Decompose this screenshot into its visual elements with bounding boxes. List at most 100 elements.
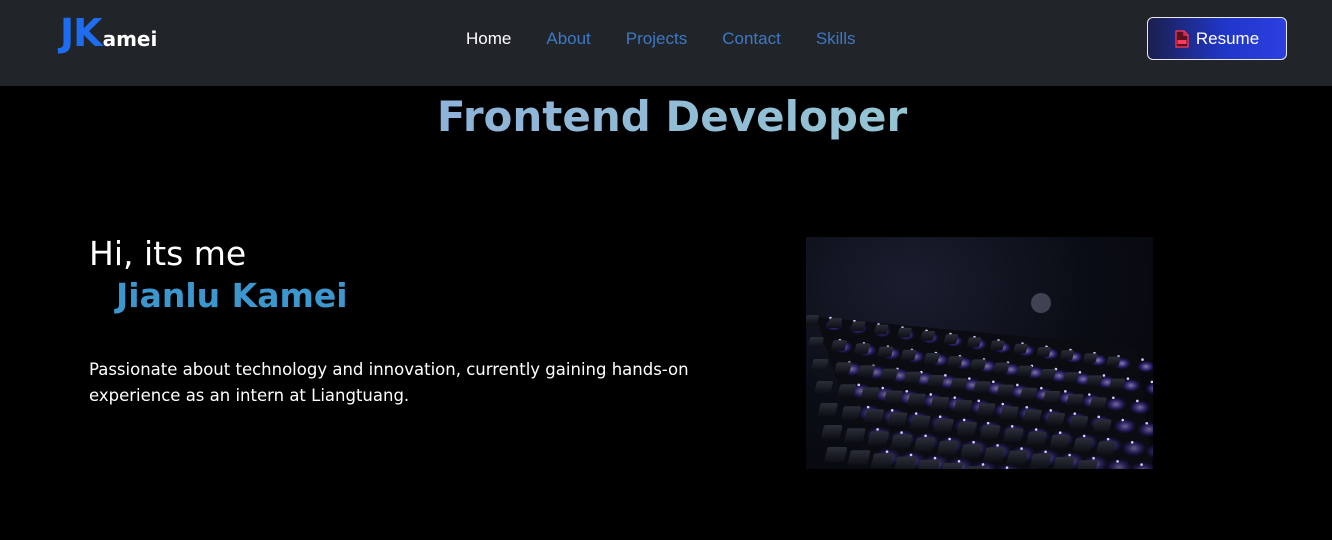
key-led <box>1102 374 1106 377</box>
keyboard-image <box>806 237 1153 469</box>
key-cap <box>1109 378 1126 390</box>
key-cap <box>840 406 861 420</box>
key-cap <box>1046 413 1066 426</box>
key-cap <box>844 428 866 443</box>
bio-text: Passionate about technology and innovati… <box>89 360 689 405</box>
key-led <box>1112 396 1115 400</box>
key-led <box>981 463 985 466</box>
key-cap <box>824 447 848 463</box>
key-led <box>1010 425 1014 428</box>
key-led <box>938 415 942 419</box>
key-led <box>1020 447 1023 450</box>
pdf-file-icon <box>1175 29 1189 48</box>
key-glow <box>1113 418 1137 434</box>
nav-link-projects[interactable]: Projects <box>626 28 687 50</box>
key-cap <box>814 381 833 394</box>
key-cap <box>806 315 819 325</box>
key-cap <box>983 447 1005 462</box>
key-cap <box>837 384 857 397</box>
key-led <box>957 459 961 463</box>
resume-button[interactable]: Resume <box>1147 17 1287 60</box>
key-cap <box>831 340 847 351</box>
key-cap <box>1026 431 1047 446</box>
nav-link-contact[interactable]: Contact <box>722 28 781 50</box>
developer-name: Jianlu Kamei <box>116 276 348 315</box>
key-cap <box>854 343 870 355</box>
brand-logo[interactable]: JK amei <box>60 14 157 52</box>
key-cap <box>953 400 973 413</box>
key-cap <box>970 359 986 371</box>
key-led <box>1005 466 1009 469</box>
key-led <box>1040 386 1043 390</box>
key-cap <box>1000 406 1019 420</box>
key-led <box>1145 421 1149 425</box>
key-cap <box>960 444 982 459</box>
key-cap <box>976 403 996 416</box>
key-led <box>968 377 971 380</box>
nav-link-about[interactable]: About <box>546 28 590 50</box>
key-cap <box>1092 419 1112 432</box>
key-led <box>992 380 995 384</box>
key-cap <box>1053 457 1075 469</box>
key-cap <box>907 393 926 407</box>
key-cap <box>1036 347 1051 357</box>
key-glow <box>1121 439 1147 457</box>
key-led <box>1116 460 1119 463</box>
key-cap <box>956 422 977 436</box>
key-cap <box>887 412 908 426</box>
key-cap <box>850 321 866 332</box>
key-cap <box>910 415 931 430</box>
key-led <box>933 456 937 460</box>
key-led <box>1106 437 1110 441</box>
key-cap <box>900 349 917 361</box>
greeting-text: Hi, its me <box>89 234 247 273</box>
key-cap <box>1019 387 1038 400</box>
key-led <box>1025 405 1029 409</box>
key-cap <box>1043 391 1061 403</box>
bokeh-light <box>1031 293 1051 313</box>
key-cap <box>860 387 880 400</box>
key-cap <box>1029 453 1052 469</box>
key-cap <box>1049 435 1070 449</box>
key-glow <box>1105 397 1127 412</box>
key-cap <box>864 409 885 423</box>
key-cap <box>930 397 949 410</box>
key-cap <box>943 334 959 344</box>
key-cap <box>834 362 852 374</box>
key-cap <box>966 337 982 348</box>
key-cap <box>937 441 959 456</box>
key-cap <box>1096 441 1117 455</box>
key-led <box>1126 377 1130 380</box>
key-led <box>1058 431 1062 435</box>
key-led <box>924 434 927 438</box>
key-led <box>881 386 885 390</box>
nav-link-home[interactable]: Home <box>466 28 511 50</box>
key-led <box>972 440 975 444</box>
key-cap <box>1089 397 1107 409</box>
key-led <box>1068 453 1071 457</box>
key-cap <box>874 324 889 335</box>
key-cap <box>867 431 889 446</box>
key-cap <box>1063 372 1079 383</box>
key-led <box>1088 393 1091 396</box>
key-glow <box>1145 382 1153 396</box>
key-led <box>857 383 861 387</box>
key-led <box>1140 463 1143 466</box>
key-cap <box>1069 416 1089 429</box>
key-led <box>905 389 909 393</box>
navbar: JK amei Home About Projects Contact Skil… <box>0 0 1332 86</box>
key-cap <box>890 434 912 449</box>
key-led <box>948 437 951 441</box>
key-cap <box>1013 343 1028 354</box>
key-cap <box>1066 394 1084 406</box>
key-cap <box>923 353 940 364</box>
key-cap <box>817 403 838 417</box>
key-cap <box>884 390 903 404</box>
nav-link-skills[interactable]: Skills <box>816 28 856 50</box>
key-cap <box>990 340 1005 351</box>
key-cap <box>927 375 945 387</box>
key-led <box>996 444 999 447</box>
key-led <box>885 450 889 453</box>
key-cap <box>947 356 963 367</box>
key-led <box>866 405 870 409</box>
